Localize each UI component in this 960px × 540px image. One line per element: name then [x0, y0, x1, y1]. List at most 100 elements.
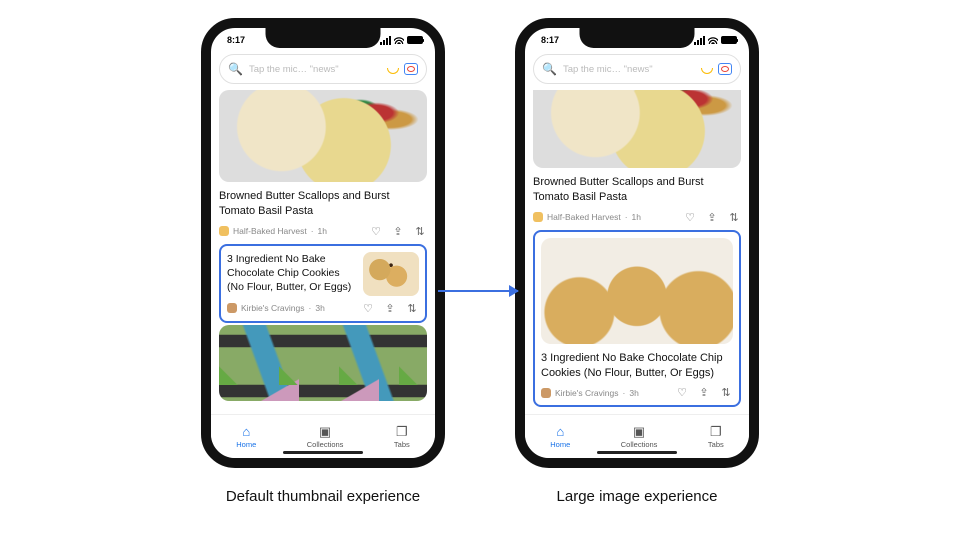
- lens-icon[interactable]: [404, 63, 418, 75]
- share-icon[interactable]: ⇪: [697, 386, 711, 399]
- card-meta-row: Kirbie's Cravings · 3h ♡ ⇪ ⇅: [227, 302, 419, 315]
- phone-frame-left: 8:17 🔍 Tap the mic… "news" B: [201, 18, 445, 468]
- card-title: 3 Ingredient No Bake Chocolate Chip Cook…: [541, 351, 733, 381]
- battery-icon: [407, 36, 423, 44]
- feed-card-cookies-large[interactable]: 3 Ingredient No Bake Chocolate Chip Cook…: [533, 230, 741, 408]
- collections-icon: ▣: [319, 425, 331, 438]
- home-icon: ⌂: [242, 425, 250, 438]
- like-icon[interactable]: ♡: [683, 211, 697, 224]
- status-indicators: [380, 36, 423, 45]
- meta-dot: ·: [309, 303, 312, 313]
- card-source: Half-Baked Harvest: [233, 226, 307, 236]
- nav-tabs[interactable]: ❐ Tabs: [708, 425, 724, 449]
- battery-icon: [721, 36, 737, 44]
- card-image-cookies: [541, 238, 733, 344]
- card-image-pasta: [219, 90, 427, 182]
- status-time: 8:17: [541, 35, 559, 45]
- caption-left: Default thumbnail experience: [226, 488, 420, 505]
- phone-notch: [580, 28, 695, 48]
- card-title: 3 Ingredient No Bake Chocolate Chip Cook…: [227, 252, 355, 295]
- tune-icon[interactable]: ⇅: [405, 302, 419, 315]
- nav-collections[interactable]: ▣ Collections: [621, 425, 658, 449]
- card-meta-row: Kirbie's Cravings · 3h ♡ ⇪ ⇅: [541, 386, 733, 399]
- lens-icon[interactable]: [718, 63, 732, 75]
- feed: Browned Butter Scallops and Burst Tomato…: [525, 90, 749, 414]
- share-icon[interactable]: ⇪: [383, 302, 397, 315]
- card-meta-row: Half-Baked Harvest · 1h ♡ ⇪ ⇅: [219, 225, 427, 238]
- search-bar[interactable]: 🔍 Tap the mic… "news": [533, 54, 741, 84]
- tabs-icon: ❐: [396, 425, 408, 438]
- mic-icon[interactable]: [700, 62, 712, 76]
- screen-content: 🔍 Tap the mic… "news" Browned Butter Sca…: [525, 48, 749, 458]
- nav-label: Collections: [307, 440, 344, 449]
- feed-card-mosaic[interactable]: [219, 325, 427, 401]
- status-time: 8:17: [227, 35, 245, 45]
- mic-icon[interactable]: [386, 62, 398, 76]
- share-icon[interactable]: ⇪: [391, 225, 405, 238]
- search-icon: 🔍: [228, 62, 243, 76]
- like-icon[interactable]: ♡: [675, 386, 689, 399]
- search-placeholder: Tap the mic… "news": [249, 64, 380, 75]
- source-favicon: [541, 388, 551, 398]
- wifi-icon: [708, 36, 718, 44]
- collections-icon: ▣: [633, 425, 645, 438]
- feed: Browned Butter Scallops and Burst Tomato…: [211, 90, 435, 414]
- status-indicators: [694, 36, 737, 45]
- feed-card-pasta[interactable]: Browned Butter Scallops and Burst Tomato…: [219, 90, 427, 238]
- card-age: 3h: [629, 388, 638, 398]
- source-favicon: [219, 226, 229, 236]
- feed-card-pasta[interactable]: Browned Butter Scallops and Burst Tomato…: [533, 90, 741, 224]
- tabs-icon: ❐: [710, 425, 722, 438]
- source-favicon: [533, 212, 543, 222]
- nav-label: Home: [236, 440, 256, 449]
- card-title: Browned Butter Scallops and Burst Tomato…: [533, 175, 741, 205]
- nav-home[interactable]: ⌂ Home: [550, 425, 570, 449]
- source-favicon: [227, 303, 237, 313]
- card-age: 1h: [318, 226, 327, 236]
- home-icon: ⌂: [556, 425, 564, 438]
- tune-icon[interactable]: ⇅: [413, 225, 427, 238]
- feed-card-cookies-compact[interactable]: 3 Ingredient No Bake Chocolate Chip Cook…: [219, 244, 427, 323]
- signal-icon: [380, 36, 391, 45]
- card-thumbnail-cookies: [363, 252, 419, 296]
- card-title: Browned Butter Scallops and Burst Tomato…: [219, 189, 427, 219]
- meta-dot: ·: [623, 388, 626, 398]
- card-source: Kirbie's Cravings: [241, 303, 305, 313]
- left-column: 8:17 🔍 Tap the mic… "news" B: [201, 18, 445, 505]
- caption-right: Large image experience: [557, 488, 718, 505]
- nav-label: Tabs: [394, 440, 410, 449]
- meta-dot: ·: [311, 226, 314, 236]
- screen-content: 🔍 Tap the mic… "news" Browned Butter Sca…: [211, 48, 435, 458]
- right-column: 8:17 🔍 Tap the mic… "news" B: [515, 18, 759, 505]
- tune-icon[interactable]: ⇅: [719, 386, 733, 399]
- card-image-mosaic: [219, 325, 427, 401]
- tune-icon[interactable]: ⇅: [727, 211, 741, 224]
- share-icon[interactable]: ⇪: [705, 211, 719, 224]
- card-meta-row: Half-Baked Harvest · 1h ♡ ⇪ ⇅: [533, 211, 741, 224]
- phone-notch: [266, 28, 381, 48]
- card-source: Half-Baked Harvest: [547, 212, 621, 222]
- search-placeholder: Tap the mic… "news": [563, 64, 694, 75]
- nav-home[interactable]: ⌂ Home: [236, 425, 256, 449]
- meta-dot: ·: [625, 212, 628, 222]
- card-source: Kirbie's Cravings: [555, 388, 619, 398]
- home-indicator: [597, 451, 677, 454]
- wifi-icon: [394, 36, 404, 44]
- card-age: 3h: [315, 303, 324, 313]
- card-age: 1h: [632, 212, 641, 222]
- search-icon: 🔍: [542, 62, 557, 76]
- like-icon[interactable]: ♡: [369, 225, 383, 238]
- nav-label: Collections: [621, 440, 658, 449]
- signal-icon: [694, 36, 705, 45]
- card-image-pasta: [533, 90, 741, 168]
- comparison-container: 8:17 🔍 Tap the mic… "news" B: [0, 0, 960, 505]
- nav-label: Tabs: [708, 440, 724, 449]
- search-bar[interactable]: 🔍 Tap the mic… "news": [219, 54, 427, 84]
- transition-arrow-icon: [438, 290, 518, 292]
- like-icon[interactable]: ♡: [361, 302, 375, 315]
- home-indicator: [283, 451, 363, 454]
- phone-frame-right: 8:17 🔍 Tap the mic… "news" B: [515, 18, 759, 468]
- nav-collections[interactable]: ▣ Collections: [307, 425, 344, 449]
- nav-label: Home: [550, 440, 570, 449]
- nav-tabs[interactable]: ❐ Tabs: [394, 425, 410, 449]
